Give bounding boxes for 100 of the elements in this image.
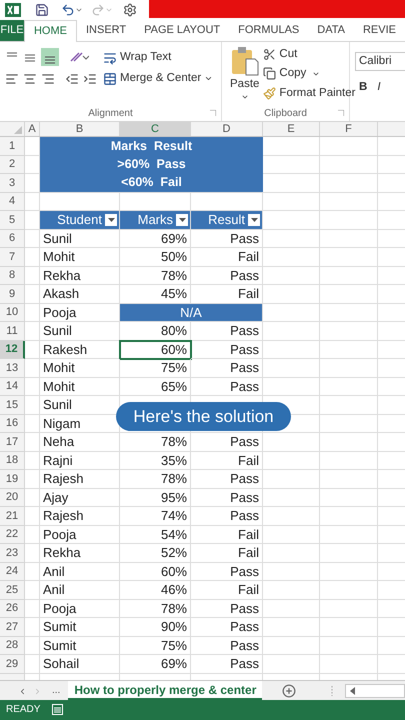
row-number[interactable]: 2 xyxy=(0,156,25,174)
table-cell[interactable]: Pass xyxy=(191,359,263,378)
cut-button[interactable]: Cut xyxy=(263,46,356,64)
column-header[interactable]: E xyxy=(263,122,320,136)
empty-cell[interactable] xyxy=(320,433,378,452)
table-cell[interactable]: Rakesh xyxy=(40,340,120,359)
empty-cell[interactable] xyxy=(320,266,378,285)
table-cell[interactable]: 78% xyxy=(120,600,191,618)
empty-cell[interactable] xyxy=(320,618,378,636)
align-left-icon[interactable] xyxy=(5,72,19,86)
empty-cell[interactable] xyxy=(263,433,320,452)
table-cell[interactable]: Pass xyxy=(191,266,263,285)
wrap-text-button[interactable]: Wrap Text xyxy=(103,49,214,66)
empty-cell[interactable] xyxy=(25,359,40,378)
splitter-icon[interactable] xyxy=(331,686,334,696)
empty-cell[interactable] xyxy=(25,636,40,655)
table-cell[interactable]: Sunil xyxy=(40,230,120,248)
table-cell[interactable]: Mohit xyxy=(40,248,120,266)
align-bottom-icon[interactable] xyxy=(41,48,59,66)
column-header[interactable]: F xyxy=(320,122,378,136)
empty-cell[interactable] xyxy=(263,526,320,544)
table-cell[interactable]: Fail xyxy=(191,526,263,544)
save-icon[interactable] xyxy=(35,3,49,17)
row-number[interactable]: 6 xyxy=(0,230,25,248)
empty-cell[interactable] xyxy=(263,507,320,526)
empty-cell[interactable] xyxy=(25,526,40,544)
ribbon-tab[interactable]: PAGE LAYOUT xyxy=(135,20,230,41)
spreadsheet-logo-icon[interactable] xyxy=(5,3,21,17)
row-number[interactable]: 7 xyxy=(0,248,25,266)
empty-cell[interactable] xyxy=(25,452,40,470)
table-cell[interactable]: Rekha xyxy=(40,544,120,562)
table-cell[interactable]: 60% xyxy=(120,562,191,581)
empty-cell[interactable] xyxy=(25,192,40,211)
empty-cell[interactable] xyxy=(320,470,378,488)
empty-cell[interactable] xyxy=(263,340,320,359)
row-number[interactable]: 8 xyxy=(0,266,25,285)
header-cell[interactable]: Result xyxy=(191,211,263,230)
empty-cell[interactable] xyxy=(263,285,320,304)
table-cell[interactable]: Sumit xyxy=(40,636,120,655)
empty-cell[interactable] xyxy=(25,618,40,636)
table-cell[interactable]: 69% xyxy=(120,230,191,248)
empty-cell[interactable] xyxy=(320,248,378,266)
table-cell[interactable]: 75% xyxy=(120,636,191,655)
table-cell[interactable]: 46% xyxy=(120,581,191,600)
empty-cell[interactable] xyxy=(320,230,378,248)
table-cell[interactable]: 60% xyxy=(120,340,191,359)
dialog-launcher-icon[interactable] xyxy=(338,110,344,116)
empty-cell[interactable] xyxy=(320,378,378,396)
table-cell[interactable]: Rekha xyxy=(40,266,120,285)
merged-title-cell[interactable]: Marks Result xyxy=(40,137,263,156)
table-cell[interactable]: Pass xyxy=(191,322,263,340)
empty-cell[interactable] xyxy=(320,340,378,359)
filter-dropdown-icon[interactable] xyxy=(248,214,260,226)
empty-cell[interactable] xyxy=(263,192,320,211)
text-orientation-icon[interactable] xyxy=(69,51,89,63)
table-cell[interactable]: Pass xyxy=(191,600,263,618)
empty-cell[interactable] xyxy=(320,544,378,562)
table-cell[interactable]: Fail xyxy=(191,248,263,266)
ribbon-tab[interactable]: DATA xyxy=(308,20,354,41)
empty-cell[interactable] xyxy=(320,562,378,581)
row-number[interactable]: 17 xyxy=(0,433,25,452)
empty-cell[interactable] xyxy=(25,396,40,414)
dialog-launcher-icon[interactable] xyxy=(210,110,216,116)
table-cell[interactable]: 78% xyxy=(120,433,191,452)
macro-record-icon[interactable] xyxy=(52,704,64,715)
decrease-indent-icon[interactable] xyxy=(65,72,79,86)
table-cell[interactable]: Anil xyxy=(40,562,120,581)
table-cell[interactable]: Neha xyxy=(40,433,120,452)
empty-cell[interactable] xyxy=(263,322,320,340)
row-number[interactable]: 11 xyxy=(0,322,25,340)
file-tab[interactable]: FILE xyxy=(0,20,24,41)
empty-cell[interactable] xyxy=(25,340,40,359)
filter-dropdown-icon[interactable] xyxy=(176,214,188,226)
table-cell[interactable]: Rajni xyxy=(40,452,120,470)
table-cell[interactable]: 95% xyxy=(120,488,191,507)
row-number[interactable]: 26 xyxy=(0,600,25,618)
empty-cell[interactable] xyxy=(263,600,320,618)
table-cell[interactable]: Pass xyxy=(191,636,263,655)
empty-cell[interactable] xyxy=(320,655,378,674)
row-number[interactable]: 18 xyxy=(0,452,25,470)
empty-cell[interactable] xyxy=(263,636,320,655)
empty-cell[interactable] xyxy=(25,507,40,526)
ribbon-tab[interactable]: REVIE xyxy=(354,20,405,41)
empty-cell[interactable] xyxy=(25,322,40,340)
empty-cell[interactable] xyxy=(263,378,320,396)
row-number[interactable]: 12 xyxy=(0,340,25,359)
table-cell[interactable]: 74% xyxy=(120,507,191,526)
empty-cell[interactable] xyxy=(320,396,378,414)
row-number[interactable]: 15 xyxy=(0,396,25,414)
table-cell[interactable]: 65% xyxy=(120,378,191,396)
empty-cell[interactable] xyxy=(320,581,378,600)
scroll-right-icon[interactable] xyxy=(33,686,42,696)
add-sheet-icon[interactable] xyxy=(282,684,296,698)
empty-cell[interactable] xyxy=(320,526,378,544)
empty-cell[interactable] xyxy=(320,137,378,156)
font-style-button[interactable]: B xyxy=(359,79,368,96)
empty-cell[interactable] xyxy=(25,378,40,396)
row-number[interactable]: 13 xyxy=(0,359,25,378)
align-center-icon[interactable] xyxy=(23,72,37,86)
empty-cell[interactable] xyxy=(25,433,40,452)
